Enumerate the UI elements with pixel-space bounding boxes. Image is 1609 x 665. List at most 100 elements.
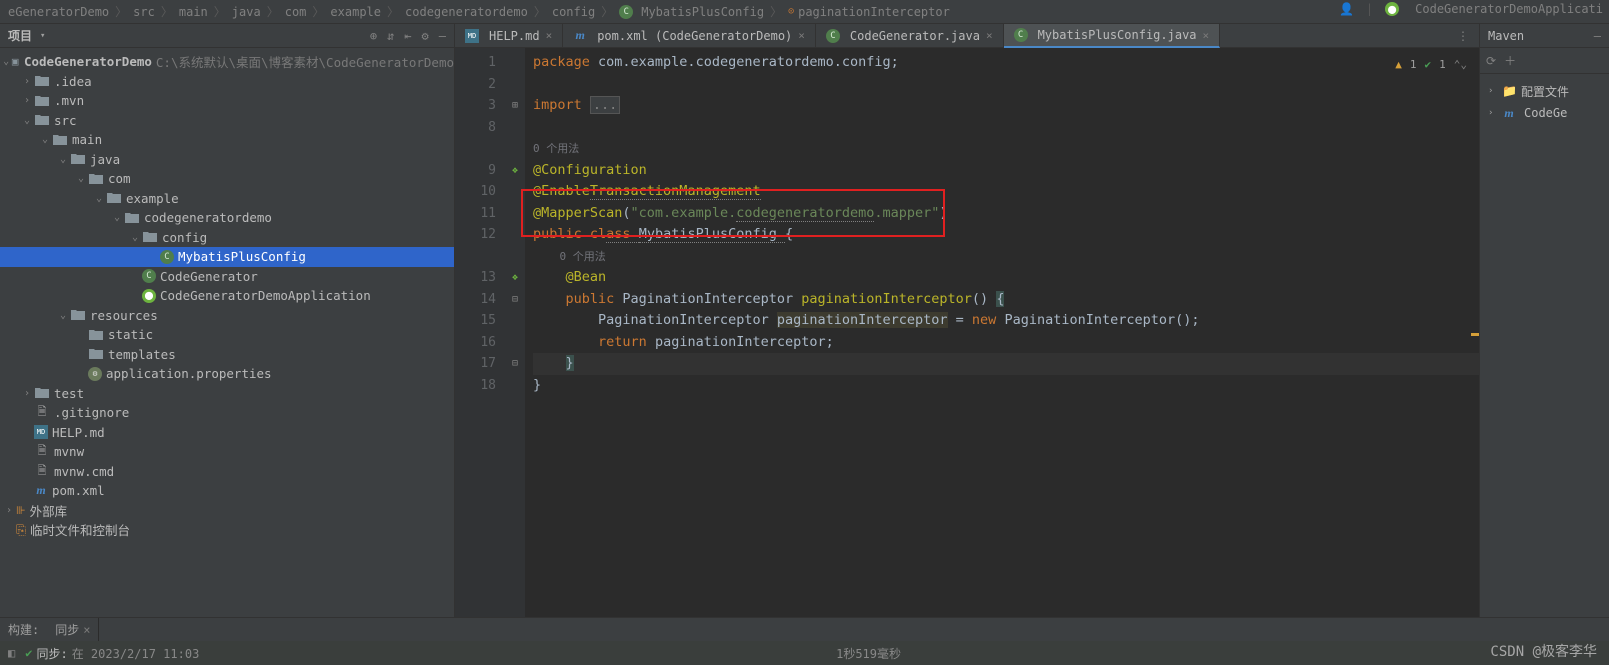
- tree-node[interactable]: ›test: [0, 384, 454, 404]
- tree-node[interactable]: ⌄src: [0, 111, 454, 131]
- expand-all-icon[interactable]: ⇵: [387, 29, 394, 43]
- tree-node[interactable]: 🗎mvnw.cmd: [0, 462, 454, 482]
- tree-node[interactable]: ›.mvn: [0, 91, 454, 111]
- tree-node[interactable]: ⌄java: [0, 150, 454, 170]
- crumb-class[interactable]: MybatisPlusConfig: [641, 5, 764, 19]
- user-icon[interactable]: 👤: [1339, 2, 1354, 16]
- editor-tab[interactable]: mpom.xml (CodeGeneratorDemo)×: [563, 24, 816, 47]
- crumb[interactable]: main: [179, 5, 208, 19]
- usage-hint[interactable]: 0 个用法: [533, 142, 579, 155]
- fold-collapse-icon[interactable]: ⊟: [512, 358, 518, 369]
- crumb[interactable]: com: [285, 5, 307, 19]
- crumb[interactable]: src: [133, 5, 155, 19]
- close-icon[interactable]: ×: [546, 29, 553, 42]
- crumb[interactable]: codegeneratordemo: [405, 5, 528, 19]
- crumb[interactable]: example: [330, 5, 381, 19]
- fold-expand-icon[interactable]: ⊞: [512, 100, 518, 111]
- code-line[interactable]: package com.example.codegeneratordemo.co…: [533, 52, 1479, 74]
- code-line[interactable]: PaginationInterceptor paginationIntercep…: [533, 310, 1479, 332]
- tree-arrow-icon[interactable]: ›: [20, 95, 34, 106]
- tree-node[interactable]: ⌄codegeneratordemo: [0, 208, 454, 228]
- code-area[interactable]: ▲1 ✔1 ⌃⌄ package com.example.codegenerat…: [525, 48, 1479, 617]
- tree-arrow-icon[interactable]: ⌄: [92, 193, 106, 204]
- close-icon[interactable]: ×: [1203, 29, 1210, 42]
- code-line[interactable]: 0 个用法: [533, 138, 1479, 160]
- editor-body[interactable]: 12389101112131415161718 ⊞❖❖⊟⊟ ▲1 ✔1 ⌃⌄ p…: [455, 48, 1479, 617]
- code-line[interactable]: [533, 117, 1479, 139]
- warning-stripe[interactable]: [1471, 333, 1479, 336]
- maven-profiles[interactable]: › 📁 配置文件: [1484, 80, 1605, 102]
- hide-icon[interactable]: —: [439, 29, 446, 43]
- tree-node[interactable]: CCodeGenerator: [0, 267, 454, 287]
- tree-arrow-icon[interactable]: ›: [20, 76, 34, 87]
- project-tree[interactable]: ⌄ ▣ CodeGeneratorDemo C:\系统默认\桌面\博客素材\Co…: [0, 48, 454, 544]
- tab-actions[interactable]: ⋮: [1447, 24, 1479, 47]
- tree-node[interactable]: static: [0, 325, 454, 345]
- tree-node[interactable]: 🗎.gitignore: [0, 403, 454, 423]
- tree-arrow-icon[interactable]: ⌄: [20, 115, 34, 126]
- crumb-method[interactable]: paginationInterceptor: [798, 5, 950, 19]
- code-line[interactable]: }: [533, 353, 1479, 375]
- close-icon[interactable]: ×: [83, 623, 90, 637]
- tree-node[interactable]: ⌄resources: [0, 306, 454, 326]
- close-icon[interactable]: ×: [986, 29, 993, 42]
- code-line[interactable]: @Bean: [533, 267, 1479, 289]
- tree-arrow-icon[interactable]: ⌄: [74, 173, 88, 184]
- tree-arrow-icon[interactable]: ⌄: [110, 212, 124, 223]
- code-line[interactable]: [533, 74, 1479, 96]
- crumb[interactable]: eGeneratorDemo: [8, 5, 109, 19]
- code-line[interactable]: public PaginationInterceptor paginationI…: [533, 289, 1479, 311]
- tree-node[interactable]: MDHELP.md: [0, 423, 454, 443]
- tree-node[interactable]: ⌄main: [0, 130, 454, 150]
- tree-node[interactable]: ⌄config: [0, 228, 454, 248]
- tree-node[interactable]: mpom.xml: [0, 481, 454, 501]
- code-line[interactable]: @MapperScan("com.example.codegeneratorde…: [533, 203, 1479, 225]
- scratches[interactable]: ⎘ 临时文件和控制台: [0, 520, 454, 540]
- select-opened-file-icon[interactable]: ⊕: [370, 29, 377, 43]
- tree-root[interactable]: ⌄ ▣ CodeGeneratorDemo C:\系统默认\桌面\博客素材\Co…: [0, 52, 454, 72]
- add-icon[interactable]: ＋: [1504, 52, 1516, 69]
- usage-hint[interactable]: 0 个用法: [533, 250, 606, 263]
- crumb[interactable]: config: [552, 5, 595, 19]
- sync-tab[interactable]: 同步 ×: [47, 618, 99, 641]
- run-config-label[interactable]: CodeGeneratorDemoApplicati: [1415, 2, 1603, 16]
- tool-window-toggle-icon[interactable]: ◧: [8, 646, 15, 660]
- refresh-icon[interactable]: ⟳: [1486, 54, 1496, 68]
- code-line[interactable]: @Configuration: [533, 160, 1479, 182]
- tree-node[interactable]: CMybatisPlusConfig: [0, 247, 454, 267]
- tree-arrow-icon[interactable]: ›: [20, 388, 34, 399]
- tree-node[interactable]: ⬤CodeGeneratorDemoApplication: [0, 286, 454, 306]
- code-line[interactable]: @EnableTransactionManagement: [533, 181, 1479, 203]
- gear-icon[interactable]: ⚙: [422, 29, 429, 43]
- code-line[interactable]: }: [533, 375, 1479, 397]
- editor-tab[interactable]: CCodeGenerator.java×: [816, 24, 1004, 47]
- hide-icon[interactable]: —: [1594, 29, 1601, 43]
- external-libs[interactable]: ›⊪ 外部库: [0, 501, 454, 521]
- tree-node[interactable]: ⌄example: [0, 189, 454, 209]
- editor-tab[interactable]: CMybatisPlusConfig.java×: [1004, 24, 1221, 48]
- tree-node[interactable]: ⌄com: [0, 169, 454, 189]
- maven-project[interactable]: › m CodeGe: [1484, 102, 1605, 124]
- tree-arrow-icon[interactable]: ⌄: [38, 134, 52, 145]
- tree-node[interactable]: ⚙application.properties: [0, 364, 454, 384]
- tree-arrow-icon[interactable]: ⌄: [128, 232, 142, 243]
- more-icon[interactable]: ⋮: [1457, 29, 1469, 43]
- code-line[interactable]: return paginationInterceptor;: [533, 332, 1479, 354]
- chevron-down-icon[interactable]: ⌄: [2, 56, 10, 67]
- tree-arrow-icon[interactable]: ⌄: [56, 154, 70, 165]
- editor-tab[interactable]: MDHELP.md×: [455, 24, 563, 47]
- tree-node[interactable]: templates: [0, 345, 454, 365]
- tree-node[interactable]: 🗎mvnw: [0, 442, 454, 462]
- code-line[interactable]: import ...: [533, 95, 1479, 117]
- chevron-up-down-icon[interactable]: ⌃⌄: [1454, 54, 1467, 76]
- crumb[interactable]: java: [232, 5, 261, 19]
- inspection-status[interactable]: ▲1 ✔1 ⌃⌄: [1395, 54, 1467, 76]
- chevron-down-icon[interactable]: ▾: [40, 31, 50, 41]
- collapse-all-icon[interactable]: ⇤: [404, 29, 411, 43]
- fold-collapse-icon[interactable]: ⊟: [512, 294, 518, 305]
- code-line[interactable]: public class MybatisPlusConfig {: [533, 224, 1479, 246]
- tree-arrow-icon[interactable]: ⌄: [56, 310, 70, 321]
- code-line[interactable]: 0 个用法: [533, 246, 1479, 268]
- tree-node[interactable]: ›.idea: [0, 72, 454, 92]
- close-icon[interactable]: ×: [798, 29, 805, 42]
